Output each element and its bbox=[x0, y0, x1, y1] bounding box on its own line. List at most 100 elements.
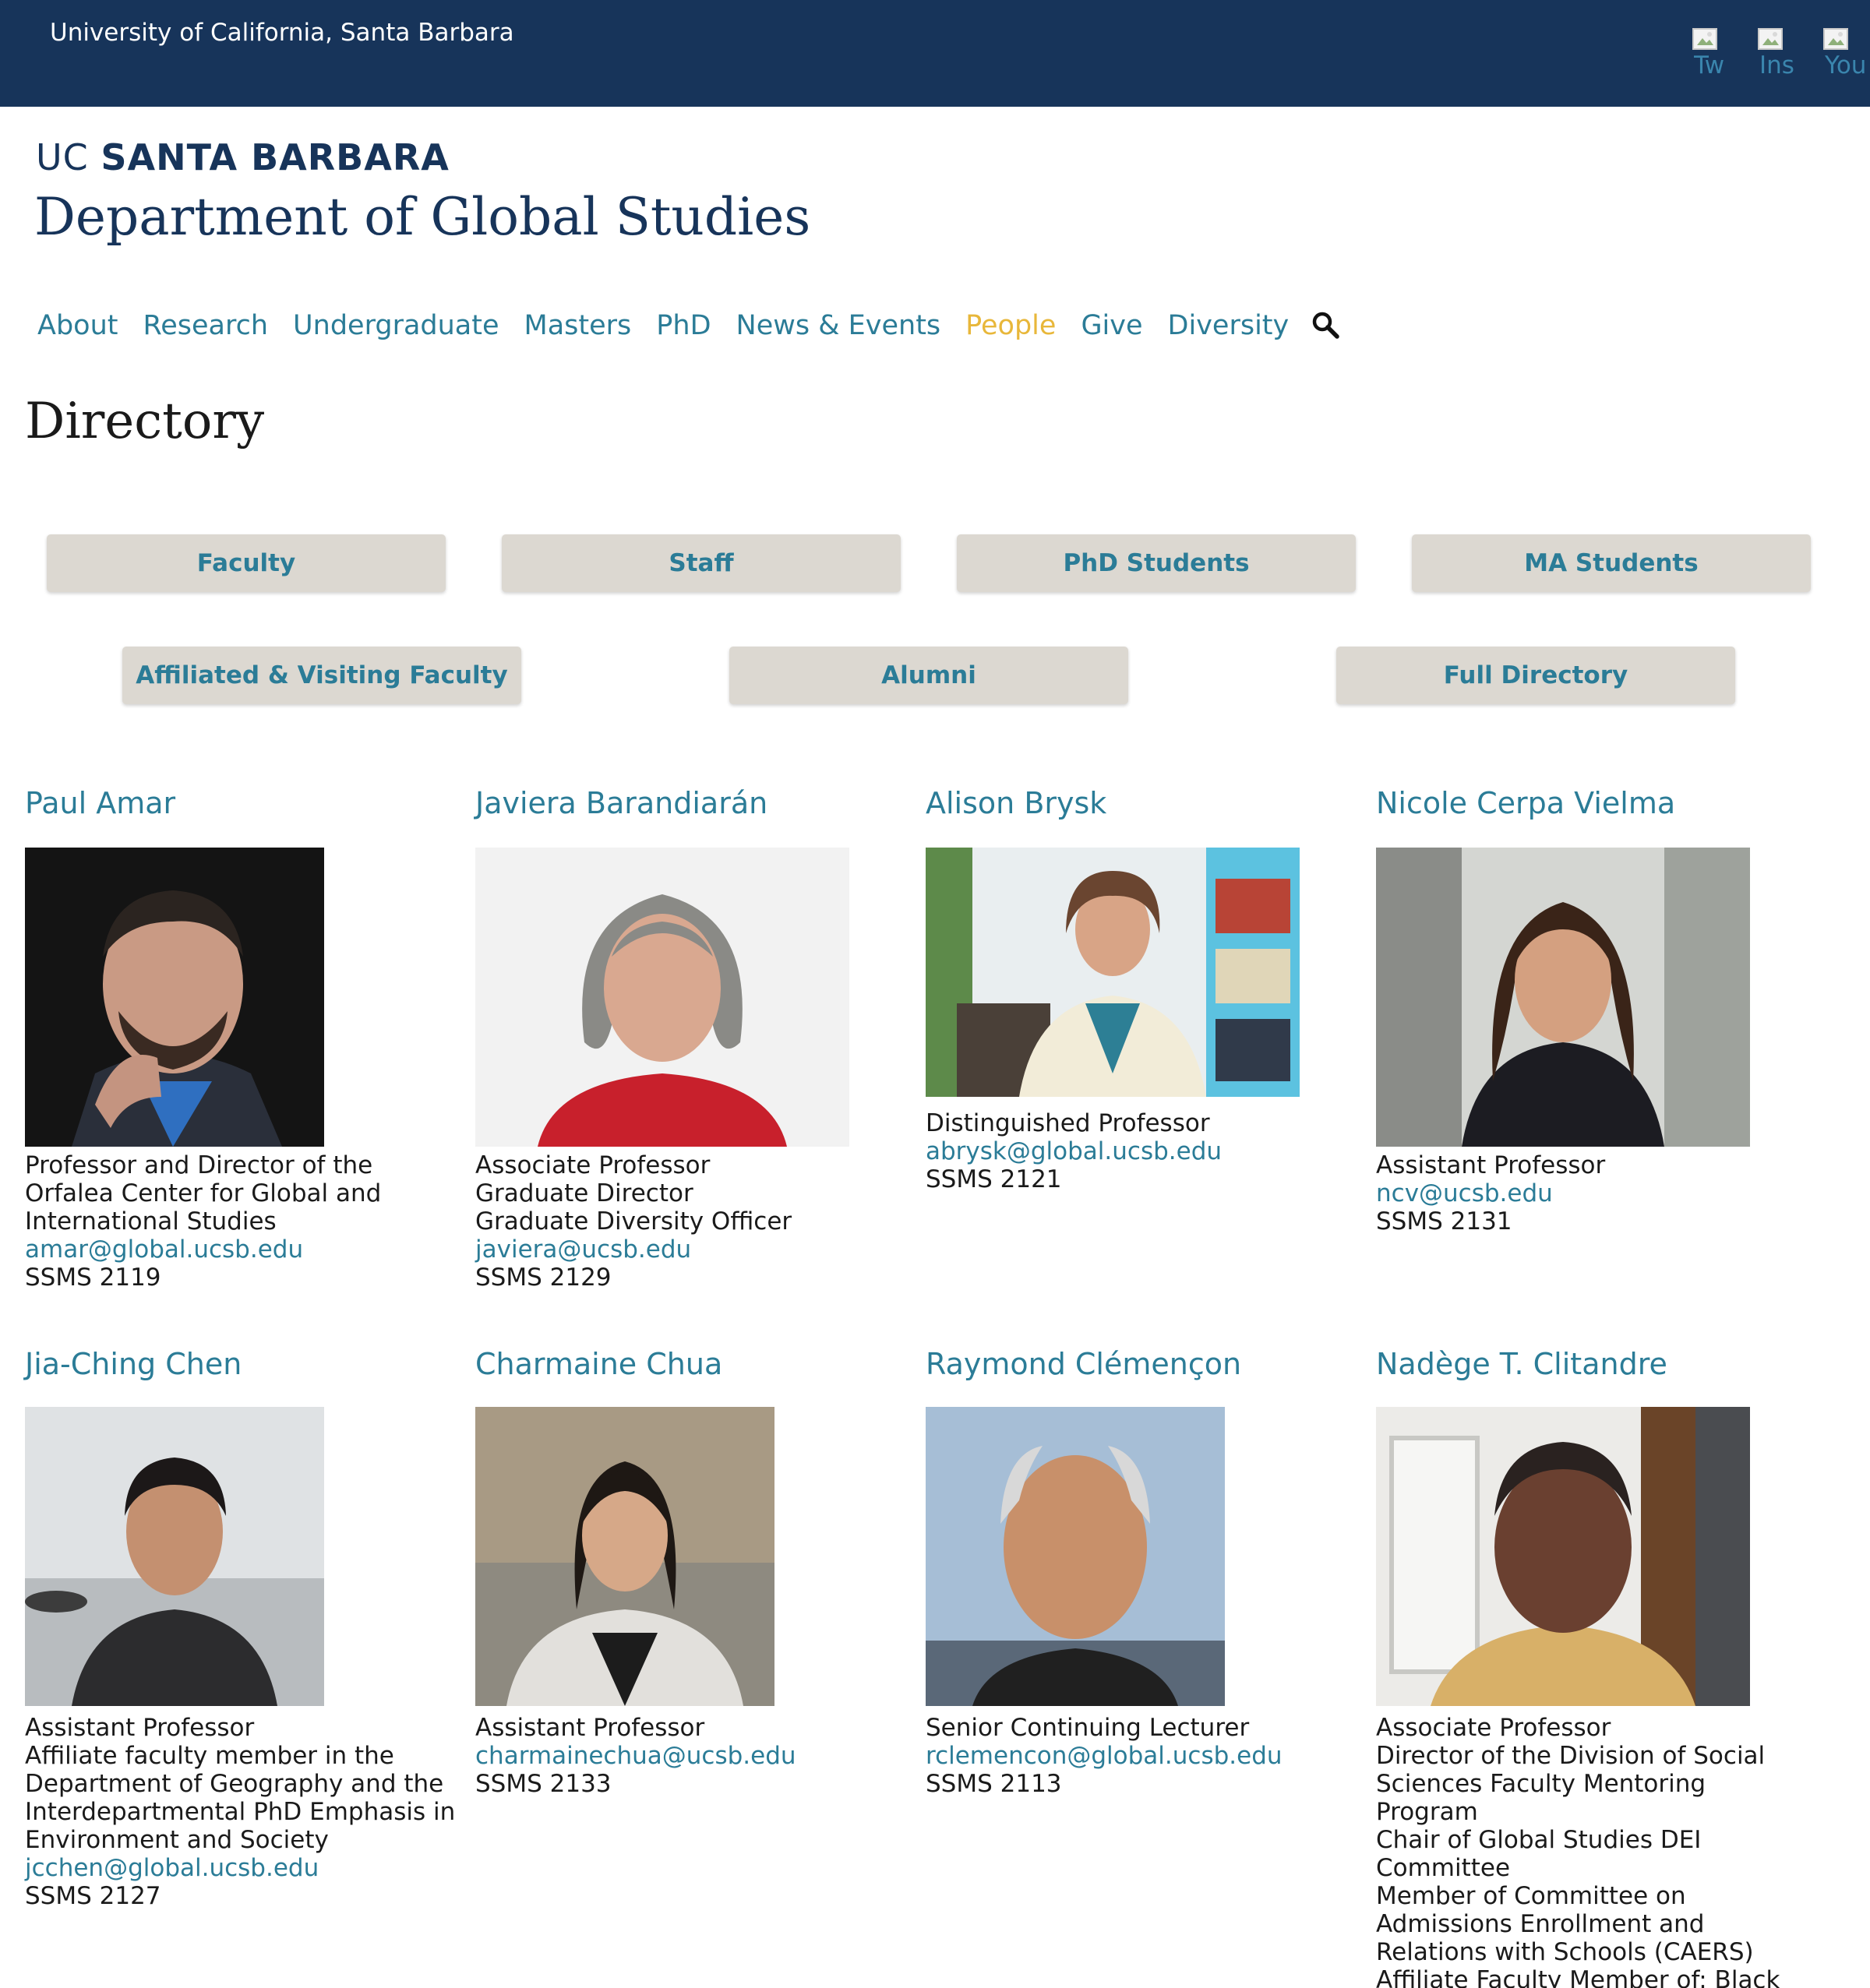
ucsb-wordmark[interactable]: UC SANTA BARBARA bbox=[36, 134, 450, 181]
person-email-link[interactable]: jcchen@global.ucsb.edu bbox=[25, 1854, 455, 1882]
twitter-link[interactable]: Tw bbox=[1692, 28, 1747, 79]
person-office: SSMS 2131 bbox=[1376, 1207, 1512, 1235]
person-office: SSMS 2133 bbox=[475, 1770, 612, 1798]
person-title-line: Director of the Division of Social bbox=[1376, 1742, 1766, 1770]
person-title-line: International Studies bbox=[25, 1207, 277, 1235]
department-title[interactable]: Department of Global Studies bbox=[34, 182, 810, 252]
person-photo[interactable] bbox=[475, 848, 849, 1147]
nav-give[interactable]: Give bbox=[1081, 305, 1142, 346]
youtube-link[interactable]: You bbox=[1823, 28, 1870, 79]
person-photo[interactable] bbox=[25, 848, 324, 1147]
nav-research[interactable]: Research bbox=[143, 305, 268, 346]
nav-people[interactable]: People bbox=[965, 305, 1056, 346]
person-name[interactable]: Nicole Cerpa Vielma bbox=[1376, 784, 1812, 823]
person-title-line: Admissions Enrollment and bbox=[1376, 1910, 1705, 1938]
wordmark-uc: UC bbox=[36, 136, 89, 178]
person-title-line: Interdepartmental PhD Emphasis in bbox=[25, 1798, 456, 1826]
filter-alumni-button[interactable]: Alumni bbox=[729, 647, 1128, 704]
person-card: Jia-Ching Chen Assistant Professor Affil… bbox=[25, 1345, 461, 1921]
twitter-alt-text: Tw bbox=[1694, 51, 1725, 79]
person-office: SSMS 2113 bbox=[926, 1770, 1062, 1798]
person-name[interactable]: Charmaine Chua bbox=[475, 1345, 912, 1383]
person-card: Alison Brysk Distinguished Professor abr… bbox=[926, 784, 1362, 1220]
person-title-line: Affiliate faculty member in the bbox=[25, 1742, 394, 1770]
youtube-icon bbox=[1823, 28, 1848, 50]
person-name[interactable]: Alison Brysk bbox=[926, 784, 1362, 823]
person-email-link[interactable]: amar@global.ucsb.edu bbox=[25, 1235, 381, 1264]
instagram-link[interactable]: Ins bbox=[1758, 28, 1812, 79]
person-card: Nicole Cerpa Vielma Assistant Professor … bbox=[1376, 784, 1812, 1251]
person-name[interactable]: Raymond Clémençon bbox=[926, 1345, 1362, 1383]
person-title-line: Associate Professor bbox=[475, 1151, 711, 1179]
top-bar: University of California, Santa Barbara … bbox=[0, 0, 1870, 107]
person-info: Assistant Professor ncv@ucsb.edu SSMS 21… bbox=[1376, 1151, 1605, 1235]
instagram-icon bbox=[1758, 28, 1783, 50]
nav-diversity[interactable]: Diversity bbox=[1168, 305, 1290, 346]
person-photo[interactable] bbox=[1376, 848, 1750, 1147]
twitter-icon bbox=[1692, 28, 1717, 50]
person-email-link[interactable]: ncv@ucsb.edu bbox=[1376, 1179, 1605, 1207]
person-card: Raymond Clémençon Senior Continuing Lect… bbox=[926, 1345, 1362, 1812]
filter-faculty-button[interactable]: Faculty bbox=[47, 534, 446, 592]
instagram-alt-text: Ins bbox=[1759, 51, 1794, 79]
person-office: SSMS 2121 bbox=[926, 1165, 1062, 1193]
nav-news-events[interactable]: News & Events bbox=[736, 305, 941, 346]
person-info: Distinguished Professor abrysk@global.uc… bbox=[926, 1109, 1222, 1193]
person-name[interactable]: Javiera Barandiarán bbox=[475, 784, 912, 823]
person-card: Nadège T. Clitandre Associate Professor … bbox=[1376, 1345, 1812, 1988]
person-card: Javiera Barandiarán Associate Professor … bbox=[475, 784, 912, 1298]
person-title-line: Department of Geography and the bbox=[25, 1770, 444, 1798]
filter-staff-button[interactable]: Staff bbox=[502, 534, 901, 592]
person-title-line: Assistant Professor bbox=[475, 1714, 705, 1742]
person-title-line: Associate Professor bbox=[1376, 1714, 1611, 1742]
person-email-link[interactable]: abrysk@global.ucsb.edu bbox=[926, 1137, 1222, 1165]
person-photo[interactable] bbox=[926, 1407, 1225, 1706]
person-title-line: Committee bbox=[1376, 1854, 1511, 1882]
person-name[interactable]: Paul Amar bbox=[25, 784, 461, 823]
person-title-line: Professor and Director of the bbox=[25, 1151, 373, 1179]
person-info: Professor and Director of the Orfalea Ce… bbox=[25, 1151, 381, 1292]
person-name[interactable]: Nadège T. Clitandre bbox=[1376, 1345, 1812, 1383]
youtube-alt-text: You bbox=[1825, 51, 1867, 79]
search-icon[interactable] bbox=[1311, 310, 1342, 341]
person-office: SSMS 2119 bbox=[25, 1264, 161, 1292]
person-card: Paul Amar Professor and Director of the … bbox=[25, 784, 461, 1298]
filter-ma-students-button[interactable]: MA Students bbox=[1412, 534, 1811, 592]
filter-phd-students-button[interactable]: PhD Students bbox=[957, 534, 1356, 592]
person-photo[interactable] bbox=[926, 848, 1300, 1097]
person-title-line: Orfalea Center for Global and bbox=[25, 1179, 382, 1207]
nav-masters[interactable]: Masters bbox=[524, 305, 632, 346]
nav-phd[interactable]: PhD bbox=[656, 305, 711, 346]
filter-affiliated-visiting-button[interactable]: Affiliated & Visiting Faculty bbox=[122, 647, 521, 704]
person-title-line: Graduate Director bbox=[475, 1179, 693, 1207]
nav-about[interactable]: About bbox=[37, 305, 118, 346]
person-office: SSMS 2129 bbox=[475, 1264, 612, 1292]
person-photo[interactable] bbox=[1376, 1407, 1750, 1706]
person-title-line: Graduate Diversity Officer bbox=[475, 1207, 792, 1235]
person-title-line: Member of Committee on bbox=[1376, 1882, 1686, 1910]
person-info: Senior Continuing Lecturer rclemencon@gl… bbox=[926, 1714, 1283, 1798]
nav-undergraduate[interactable]: Undergraduate bbox=[293, 305, 499, 346]
filter-full-directory-button[interactable]: Full Directory bbox=[1336, 647, 1735, 704]
person-card: Charmaine Chua Assistant Professor charm… bbox=[475, 1345, 912, 1812]
person-title-line: Affiliate Faculty Member of: Black bbox=[1376, 1966, 1780, 1988]
person-info: Assistant Professor Affiliate faculty me… bbox=[25, 1714, 455, 1910]
person-photo[interactable] bbox=[25, 1407, 324, 1706]
person-title-line: Chair of Global Studies DEI bbox=[1376, 1826, 1702, 1854]
person-title-line: Senior Continuing Lecturer bbox=[926, 1714, 1250, 1742]
person-title-line: Environment and Society bbox=[25, 1826, 329, 1854]
person-email-link[interactable]: rclemencon@global.ucsb.edu bbox=[926, 1742, 1283, 1770]
person-title-line: Distinguished Professor bbox=[926, 1109, 1210, 1137]
person-info: Assistant Professor charmainechua@ucsb.e… bbox=[475, 1714, 796, 1798]
person-name[interactable]: Jia-Ching Chen bbox=[25, 1345, 461, 1383]
person-info: Associate Professor Graduate Director Gr… bbox=[475, 1151, 792, 1292]
page-title: Directory bbox=[25, 393, 265, 450]
person-title-line: Sciences Faculty Mentoring bbox=[1376, 1770, 1706, 1798]
person-title-line: Assistant Professor bbox=[25, 1714, 255, 1742]
person-info: Associate Professor Director of the Divi… bbox=[1376, 1714, 1780, 1988]
university-link[interactable]: University of California, Santa Barbara bbox=[50, 17, 514, 48]
person-photo[interactable] bbox=[475, 1407, 774, 1706]
person-email-link[interactable]: charmainechua@ucsb.edu bbox=[475, 1742, 796, 1770]
person-title-line: Assistant Professor bbox=[1376, 1151, 1606, 1179]
person-email-link[interactable]: javiera@ucsb.edu bbox=[475, 1235, 792, 1264]
